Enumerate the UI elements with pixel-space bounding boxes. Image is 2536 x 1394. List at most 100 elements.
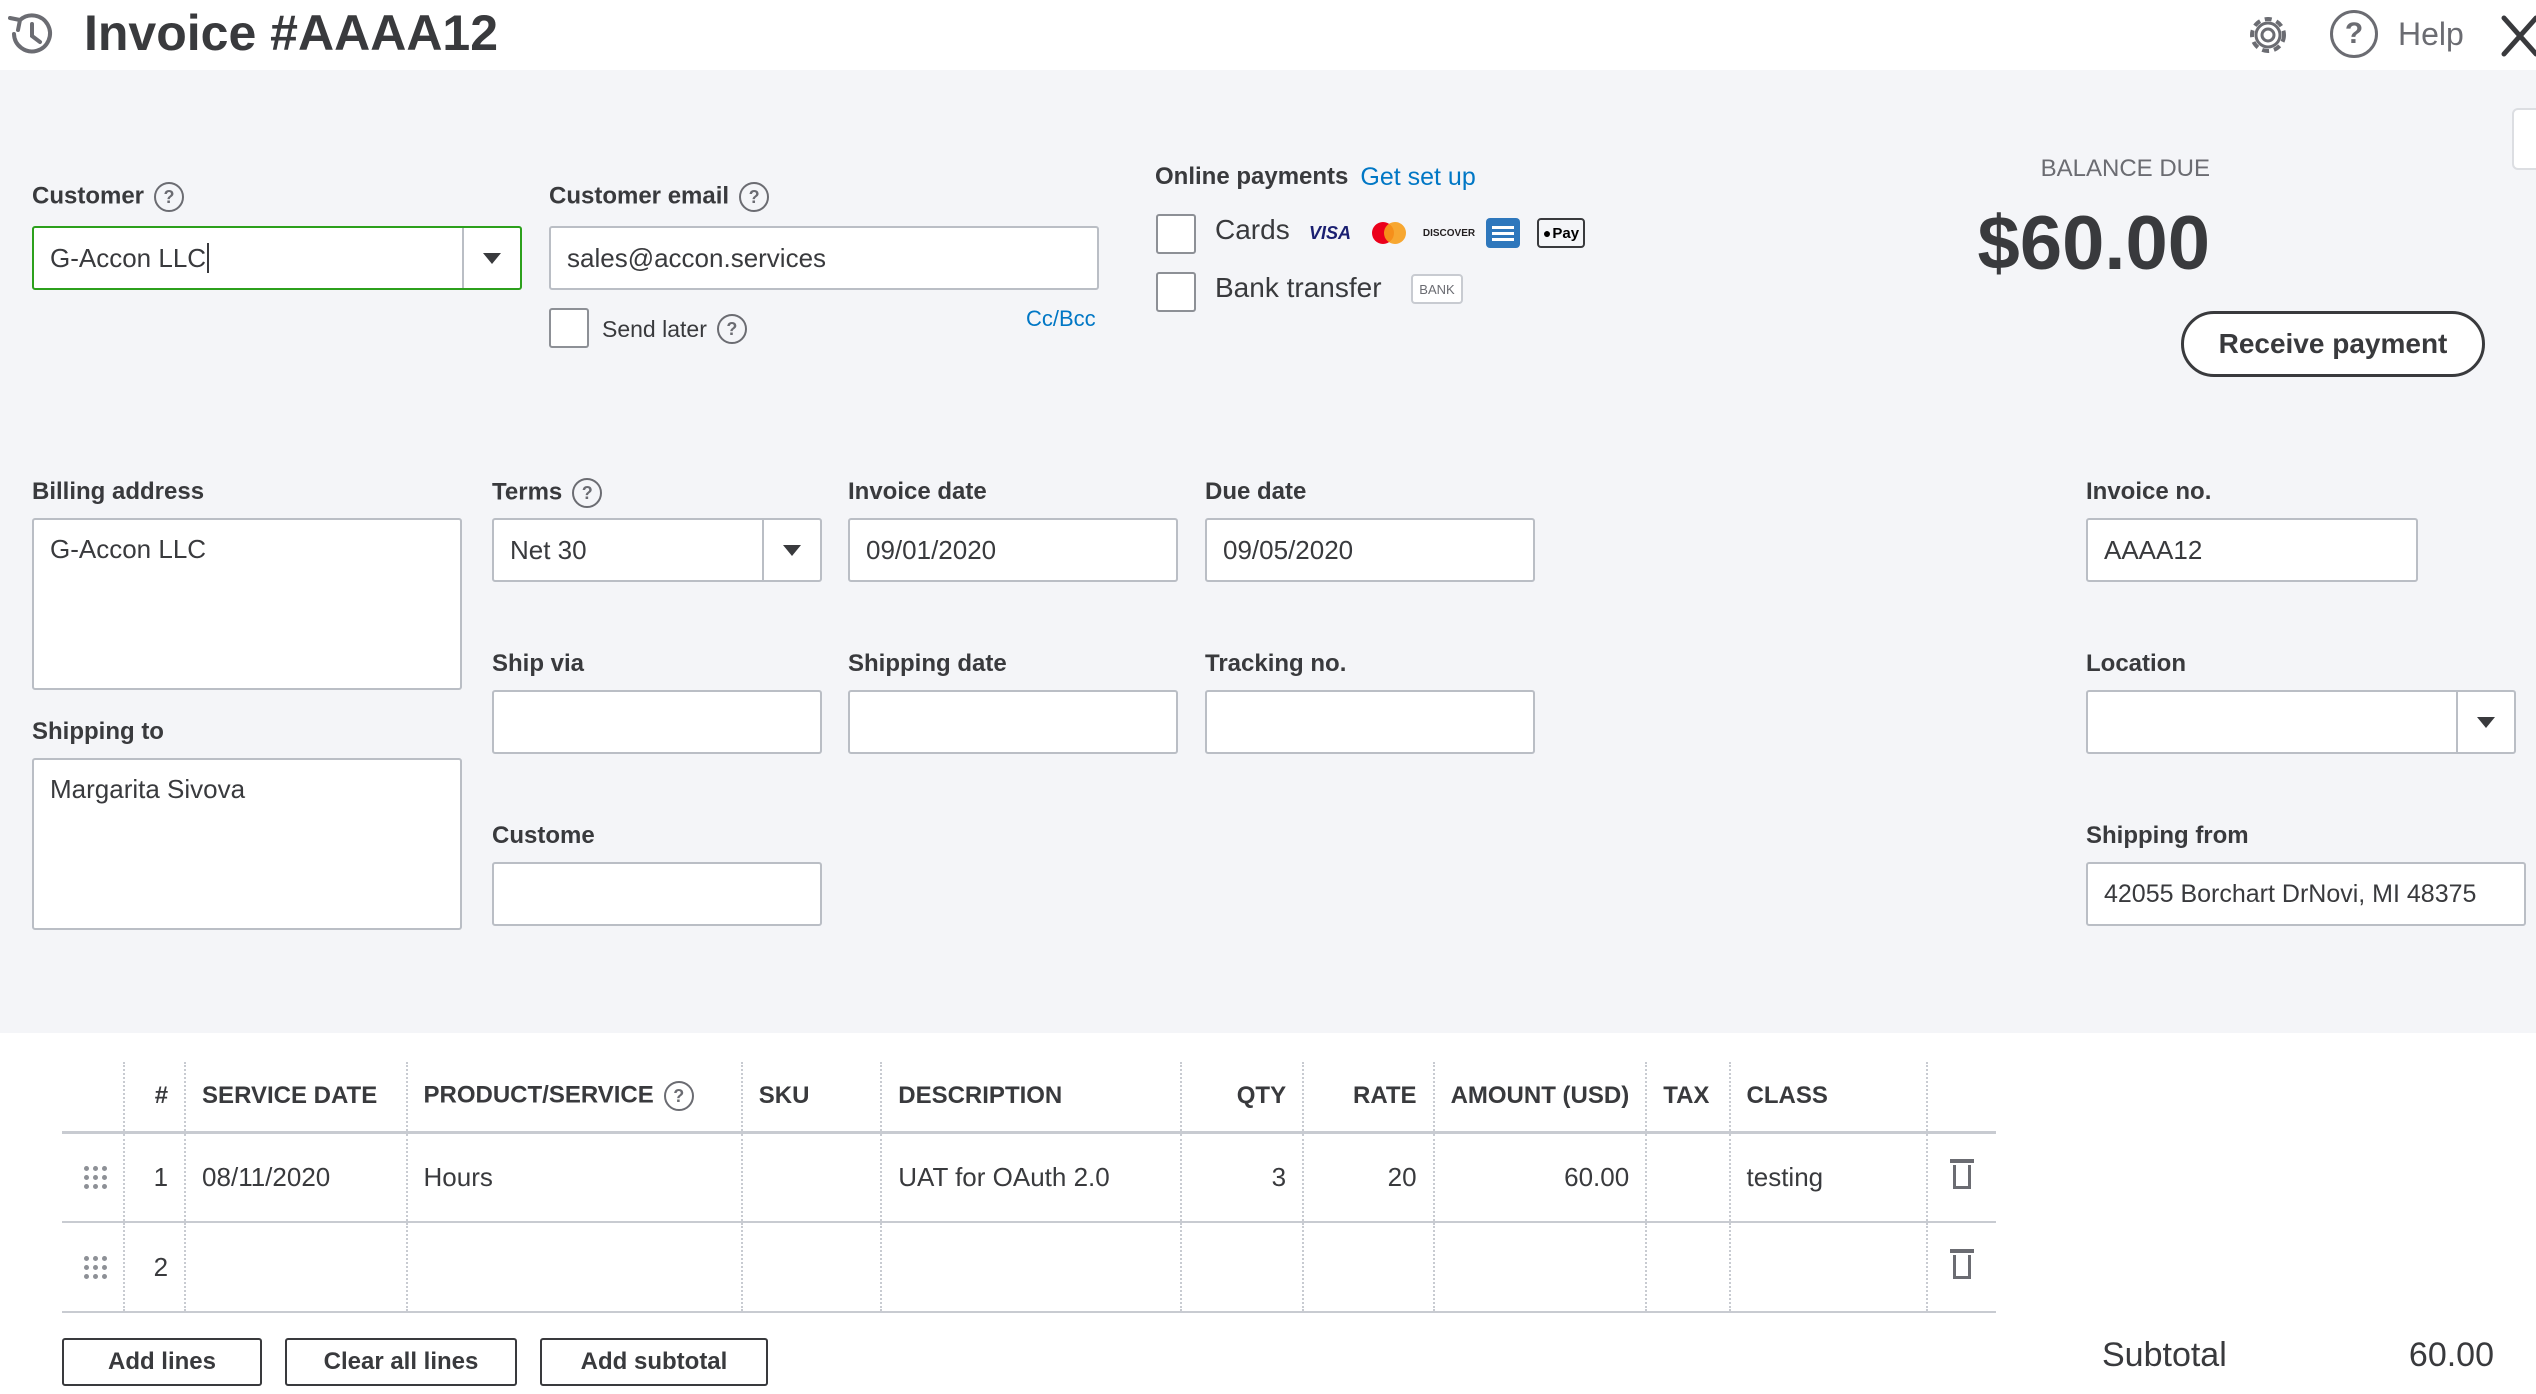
- ship-via-input[interactable]: [492, 690, 822, 754]
- invoice-no-input[interactable]: AAAA12: [2086, 518, 2418, 582]
- billing-address-label: Billing address: [32, 478, 205, 505]
- shipping-date-label: Shipping date: [848, 650, 1007, 677]
- page-title: Invoice #AAAA12: [84, 5, 499, 61]
- send-later-label: Send later?: [602, 314, 747, 344]
- billing-address-input[interactable]: G-Accon LLC: [32, 518, 462, 690]
- chevron-down-icon[interactable]: [462, 228, 520, 288]
- cc-bcc-link[interactable]: Cc/Bcc: [1026, 306, 1096, 332]
- gear-icon[interactable]: [2243, 10, 2293, 60]
- location-label: Location: [2086, 650, 2186, 677]
- visa-icon: VISA: [1308, 222, 1351, 243]
- help-icon[interactable]: ?: [716, 314, 747, 344]
- sku-cell[interactable]: [740, 1222, 882, 1313]
- help-icon[interactable]: ?: [154, 182, 185, 212]
- column-header-qty: QTY: [1180, 1062, 1304, 1134]
- trash-icon: [1949, 1248, 1974, 1279]
- customer-email-label: Customer email?: [549, 182, 770, 212]
- shipping-from-input[interactable]: 42055 Borchart DrNovi, MI 48375: [2086, 862, 2526, 926]
- amount-cell[interactable]: 60.00: [1432, 1132, 1647, 1223]
- tax-cell[interactable]: [1645, 1222, 1730, 1313]
- add-subtotal-button[interactable]: Add subtotal: [540, 1338, 768, 1386]
- customer-email-input[interactable]: sales@accon.services: [549, 226, 1099, 290]
- qty-cell[interactable]: 3: [1180, 1132, 1304, 1223]
- tax-cell[interactable]: [1645, 1132, 1730, 1223]
- column-header-sku: SKU: [740, 1062, 882, 1134]
- column-header-amount: AMOUNT (USD): [1432, 1062, 1647, 1134]
- table-row[interactable]: 2: [62, 1222, 1996, 1313]
- close-icon[interactable]: [2500, 12, 2536, 60]
- shipping-to-label: Shipping to: [32, 718, 164, 745]
- product-cell[interactable]: Hours: [405, 1132, 742, 1223]
- online-payments-label: Online payments Get set up: [1155, 163, 1476, 192]
- send-later-checkbox[interactable]: [549, 308, 589, 348]
- rate-cell[interactable]: 20: [1302, 1132, 1434, 1223]
- help-icon[interactable]: ?: [572, 478, 603, 508]
- chevron-down-icon[interactable]: [762, 520, 820, 580]
- column-header-class: CLASS: [1728, 1062, 1927, 1134]
- help-label: Help: [2398, 15, 2464, 52]
- table-row[interactable]: 1 08/11/2020 Hours UAT for OAuth 2.0 3 2…: [62, 1132, 1996, 1223]
- rate-cell[interactable]: [1302, 1222, 1434, 1313]
- mastercard-icon: [1364, 218, 1414, 248]
- tracking-no-input[interactable]: [1205, 690, 1535, 754]
- drag-handle-icon[interactable]: [62, 1222, 124, 1313]
- bank-icon: BANK: [1411, 274, 1463, 304]
- help-icon[interactable]: ?: [739, 182, 770, 212]
- column-header-rate: RATE: [1302, 1062, 1434, 1134]
- amex-icon: [1486, 218, 1520, 248]
- custom-field-input[interactable]: [492, 862, 822, 926]
- location-select[interactable]: [2086, 690, 2516, 754]
- cards-checkbox[interactable]: [1156, 214, 1196, 254]
- help-icon[interactable]: ?: [663, 1081, 694, 1112]
- due-date-input[interactable]: 09/05/2020: [1205, 518, 1535, 582]
- amount-cell[interactable]: [1432, 1222, 1647, 1313]
- column-header-product: PRODUCT/SERVICE?: [405, 1062, 742, 1134]
- side-panel-tab[interactable]: [2512, 108, 2536, 170]
- discover-icon: DISCOVER: [1422, 227, 1476, 239]
- add-lines-button[interactable]: Add lines: [62, 1338, 262, 1386]
- terms-value: Net 30: [510, 534, 587, 565]
- shipping-date-input[interactable]: [848, 690, 1178, 754]
- clear-all-lines-button[interactable]: Clear all lines: [285, 1338, 517, 1386]
- delete-row-button[interactable]: [1925, 1222, 1996, 1313]
- column-header-description: DESCRIPTION: [880, 1062, 1182, 1134]
- product-cell[interactable]: [405, 1222, 742, 1313]
- delete-row-button[interactable]: [1925, 1132, 1996, 1223]
- subtotal-value: 60.00: [2408, 1336, 2494, 1374]
- help-icon: ?: [2330, 10, 2378, 58]
- invoice-date-input[interactable]: 09/01/2020: [848, 518, 1178, 582]
- description-cell[interactable]: [880, 1222, 1182, 1313]
- shipping-from-label: Shipping from: [2086, 822, 2249, 849]
- bank-transfer-checkbox[interactable]: [1156, 272, 1196, 312]
- sku-cell[interactable]: [740, 1132, 882, 1223]
- ship-via-label: Ship via: [492, 650, 585, 677]
- qty-cell[interactable]: [1180, 1222, 1304, 1313]
- terms-select[interactable]: Net 30: [492, 518, 822, 582]
- service-date-cell[interactable]: [184, 1222, 407, 1313]
- text-cursor: [207, 243, 210, 273]
- get-set-up-link[interactable]: Get set up: [1360, 163, 1475, 192]
- row-number: 1: [122, 1132, 186, 1223]
- customer-select[interactable]: G-Accon LLC: [32, 226, 522, 290]
- shipping-to-input[interactable]: Margarita Sivova: [32, 758, 462, 930]
- invoice-date-label: Invoice date: [848, 478, 987, 505]
- class-cell[interactable]: [1728, 1222, 1927, 1313]
- balance-due-amount: $60.00: [1977, 201, 2210, 286]
- terms-label: Terms?: [492, 478, 603, 508]
- receive-payment-button[interactable]: Receive payment: [2181, 311, 2485, 377]
- apple-pay-icon: ● Pay: [1537, 218, 1585, 248]
- customer-label: Customer?: [32, 182, 185, 212]
- service-date-cell[interactable]: 08/11/2020: [184, 1132, 407, 1223]
- chevron-down-icon[interactable]: [2456, 692, 2514, 752]
- column-header-service-date: SERVICE DATE: [184, 1062, 407, 1134]
- bank-transfer-label: Bank transfer: [1215, 272, 1382, 303]
- history-icon[interactable]: [4, 6, 60, 62]
- class-cell[interactable]: testing: [1728, 1132, 1927, 1223]
- delete-column-header: [1925, 1062, 1996, 1134]
- description-cell[interactable]: UAT for OAuth 2.0: [880, 1132, 1182, 1223]
- column-header-num: #: [122, 1062, 186, 1134]
- drag-handle-icon[interactable]: [62, 1132, 124, 1223]
- customer-value: G-Accon LLC: [50, 242, 207, 273]
- custom-field-label: Custome: [492, 822, 595, 849]
- help-button[interactable]: ? Help: [2330, 10, 2464, 58]
